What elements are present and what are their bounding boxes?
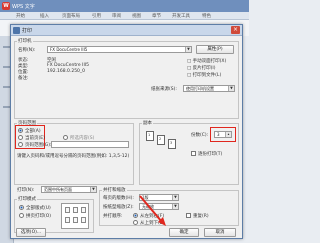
annotation-arrow-icon [139,195,166,226]
